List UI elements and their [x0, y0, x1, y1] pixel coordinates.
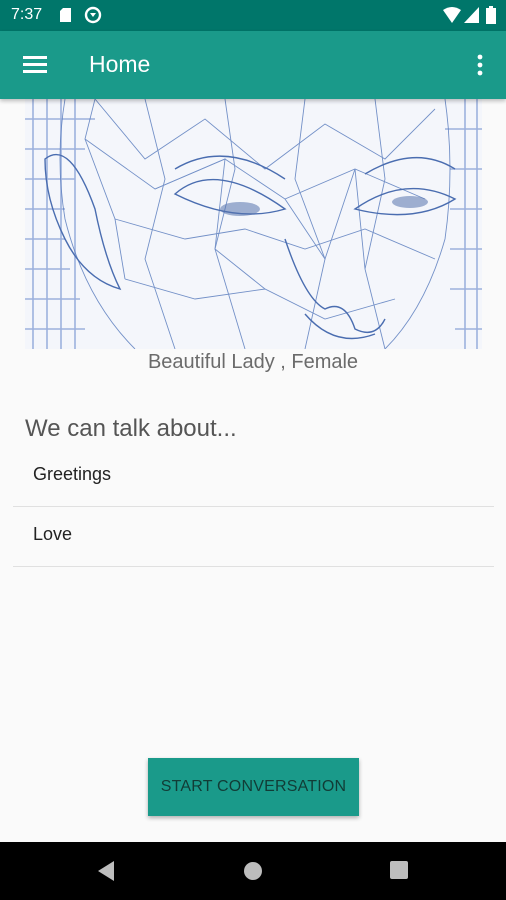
topic-item-greetings[interactable]: Greetings [13, 446, 494, 507]
topic-item-label: Greetings [33, 464, 112, 484]
sd-card-icon [60, 8, 71, 22]
wireframe-face-image [25, 99, 482, 349]
status-bar: 7:37 [0, 0, 506, 31]
battery-icon [486, 6, 496, 24]
menu-button[interactable] [14, 45, 56, 85]
wifi-icon [443, 7, 461, 23]
sync-icon [84, 6, 102, 24]
status-time: 7:37 [11, 6, 43, 23]
app-bar: Home [0, 31, 506, 99]
start-conversation-button[interactable]: START CONVERSATION [148, 758, 359, 816]
page-title: Home [89, 51, 151, 77]
signal-icon [464, 7, 479, 23]
hamburger-menu-icon [23, 56, 47, 73]
topic-item-love[interactable]: Love [13, 506, 494, 567]
topics-heading: We can talk about... [25, 415, 237, 442]
topic-item-label: Love [33, 524, 73, 544]
hero-caption: Beautiful Lady , Female [147, 351, 359, 373]
more-vert-icon [477, 54, 483, 76]
recents-icon[interactable] [390, 861, 408, 879]
back-icon[interactable] [96, 860, 116, 882]
home-icon[interactable] [243, 861, 263, 881]
overflow-menu-button[interactable] [466, 45, 494, 85]
